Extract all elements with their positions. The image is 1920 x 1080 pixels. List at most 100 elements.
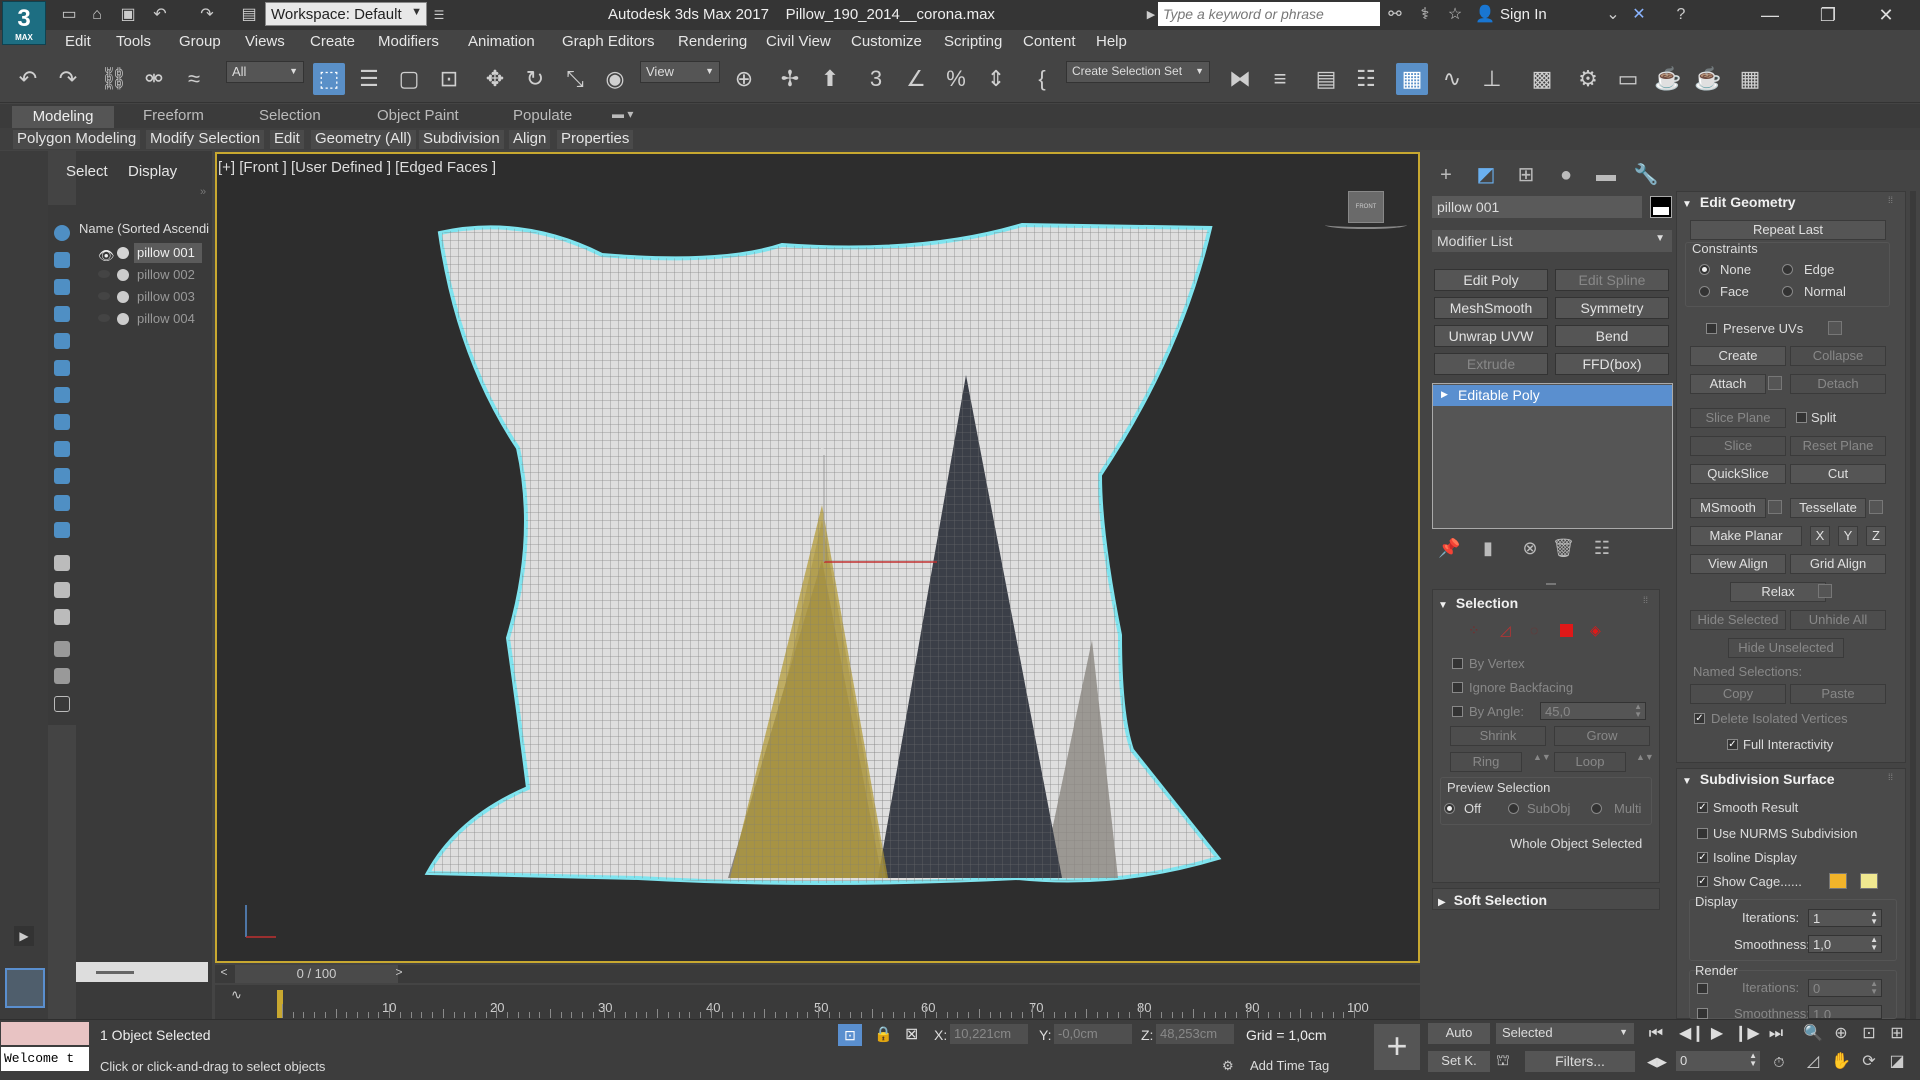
use-nurms-checkbox[interactable] [1697, 828, 1708, 839]
soft-selection-rollout-header[interactable]: ▶ Soft Selection [1438, 892, 1547, 908]
tab-object-paint[interactable]: Object Paint [377, 107, 459, 124]
invert-display-icon[interactable] [54, 609, 70, 625]
previous-frame-icon[interactable]: < [215, 965, 233, 983]
go-to-start-icon[interactable]: ⏮ [1645, 1023, 1667, 1045]
modifier-unwrap-uvw-button[interactable]: Unwrap UVW [1434, 325, 1548, 347]
remove-modifier-icon[interactable]: 🗑 [1552, 538, 1575, 560]
display-all-icon[interactable] [54, 555, 70, 571]
stack-item-editable-poly[interactable]: Editable Poly [1433, 385, 1672, 406]
relax-settings-icon[interactable] [1818, 584, 1832, 598]
menu-group[interactable]: Group [179, 33, 221, 50]
redo-icon[interactable]: ↷ [196, 4, 218, 26]
make-unique-icon[interactable]: ⊗ [1520, 538, 1540, 560]
ring-spinner-icon[interactable]: ▲▼ [1533, 752, 1551, 762]
hide-unselected-button[interactable]: Hide Unselected [1728, 638, 1844, 658]
menu-scripting[interactable]: Scripting [944, 33, 1002, 50]
repeat-last-button[interactable]: Repeat Last [1690, 220, 1886, 240]
render-setup-icon[interactable]: ⚙ [1572, 63, 1604, 95]
shrink-button[interactable]: Shrink [1450, 726, 1546, 746]
planar-y-button[interactable]: Y [1838, 526, 1858, 546]
y-coordinate-field[interactable]: -0,0cm [1054, 1024, 1132, 1044]
zoom-extents-all-icon[interactable]: ⊞ [1886, 1023, 1908, 1045]
modifier-edit-spline-button[interactable]: Edit Spline [1555, 269, 1669, 291]
select-object-icon[interactable]: ⬚ [313, 63, 345, 95]
display-none-icon[interactable] [54, 582, 70, 598]
rollout-grip-icon[interactable]: ⁞⁞ [1888, 772, 1893, 782]
curve-editor-icon[interactable]: ∿ [1436, 63, 1468, 95]
pin-stack-icon[interactable]: 📌 [1438, 538, 1460, 560]
show-cage-checkbox[interactable]: ✓ [1697, 876, 1708, 887]
selection-lock-icon[interactable]: 🔒 [874, 1025, 893, 1043]
msmooth-settings-icon[interactable] [1768, 500, 1782, 514]
grow-button[interactable]: Grow [1554, 726, 1650, 746]
modifier-symmetry-button[interactable]: Symmetry [1555, 297, 1669, 319]
close-icon[interactable]: ✕ [1864, 2, 1908, 28]
menu-help[interactable]: Help [1096, 33, 1127, 50]
panel-geometry-all[interactable]: Geometry (All) [311, 130, 416, 149]
rectangular-selection-icon[interactable]: ▢ [393, 63, 425, 95]
render-iterative-icon[interactable]: ☕ [1692, 63, 1724, 95]
groups-filter-icon[interactable] [54, 387, 70, 403]
modifier-edit-poly-button[interactable]: Edit Poly [1434, 269, 1548, 291]
tessellate-settings-icon[interactable] [1869, 500, 1883, 514]
undo-icon[interactable]: ↶ [149, 4, 171, 26]
time-tag-icon[interactable]: ⚙ [1222, 1058, 1234, 1074]
pan-view-icon[interactable]: ✋ [1830, 1051, 1852, 1073]
hidden-eye-icon[interactable] [98, 270, 110, 278]
viewport-front[interactable]: y [215, 152, 1420, 963]
render-iterations-spinner[interactable]: 0 ▲ ▼ [1808, 979, 1882, 997]
bones-filter-icon[interactable] [54, 441, 70, 457]
border-mode-icon[interactable]: ◌ [1530, 622, 1538, 638]
scroll-thumb[interactable] [96, 971, 134, 974]
tab-modeling[interactable]: Modeling [12, 106, 114, 128]
panel-edit[interactable]: Edit [270, 130, 304, 149]
menu-edit[interactable]: Edit [65, 33, 91, 50]
vertex-mode-icon[interactable]: ⁘ [1468, 622, 1480, 639]
key-mode-icon[interactable]: ◀▶ [1646, 1051, 1668, 1073]
cage-color-swatch-2[interactable] [1860, 873, 1878, 889]
current-frame-field[interactable]: 0 ▲ ▼ [1676, 1051, 1760, 1071]
planar-x-button[interactable]: X [1810, 526, 1830, 546]
selection-filter-dropdown[interactable]: All ▼ [226, 61, 304, 83]
isolate-selection-icon[interactable]: ⊡ [838, 1024, 862, 1046]
render-iterations-checkbox[interactable] [1697, 983, 1708, 994]
subdivision-surface-header[interactable]: ▼ Subdivision Surface [1682, 771, 1835, 787]
frozen-filter-icon[interactable] [54, 495, 70, 511]
viewport-label[interactable]: [+] [Front ] [User Defined ] [Edged Face… [218, 159, 496, 176]
smooth-result-checkbox[interactable]: ✓ [1697, 802, 1708, 813]
rollout-grip-icon[interactable]: ⁞⁞ [1888, 195, 1893, 205]
reset-plane-button[interactable]: Reset Plane [1790, 436, 1886, 456]
preview-off-radio[interactable] [1444, 803, 1455, 814]
reference-coordinate-dropdown[interactable]: View ▼ [640, 61, 720, 83]
constraint-normal-radio[interactable] [1782, 286, 1793, 297]
layout-thumbnail[interactable] [5, 968, 45, 1008]
mini-curve-editor-icon[interactable]: ∿ [231, 987, 242, 1003]
object-color-swatch[interactable] [1650, 196, 1672, 218]
scene-item-pillow-001[interactable]: pillow 001 [134, 243, 202, 263]
layer-explorer-icon[interactable]: ☷ [1350, 63, 1382, 95]
set-key-button[interactable]: Set K. [1428, 1051, 1490, 1072]
scene-item-pillow-003[interactable]: pillow 003 [134, 287, 202, 307]
next-key-icon[interactable]: ❙▶ [1734, 1023, 1760, 1045]
utilities-tab-icon[interactable]: 🔧 [1631, 160, 1661, 190]
slice-button[interactable]: Slice [1690, 436, 1786, 456]
material-editor-icon[interactable]: ▩ [1526, 63, 1558, 95]
copy-button[interactable]: Copy [1690, 684, 1786, 704]
delete-isolated-checkbox[interactable]: ✓ [1694, 713, 1705, 724]
name-column-header[interactable]: Name (Sorted Ascendi [79, 221, 211, 236]
space-warps-filter-icon[interactable] [54, 360, 70, 376]
new-file-icon[interactable]: ▭ [58, 4, 80, 26]
spinner-snap-icon[interactable]: ⇕ [980, 63, 1012, 95]
scene-item-pillow-002[interactable]: pillow 002 [134, 265, 202, 285]
collapse-explorer-icon[interactable]: » [200, 186, 206, 198]
render-smoothness-spinner[interactable]: 1,0 [1808, 1005, 1882, 1019]
menu-content[interactable]: Content [1023, 33, 1076, 50]
zoom-icon[interactable]: 🔍 [1802, 1023, 1824, 1045]
menu-civil-view[interactable]: Civil View [766, 33, 831, 50]
by-vertex-checkbox[interactable] [1452, 658, 1463, 669]
find-filter-icon[interactable] [54, 641, 70, 657]
maximize-viewport-icon[interactable]: ◪ [1886, 1051, 1908, 1073]
modifier-ffd-box-button[interactable]: FFD(box) [1555, 353, 1669, 375]
time-configuration-icon[interactable]: ⏱ [1768, 1051, 1790, 1073]
help-icon[interactable]: ? [1670, 4, 1692, 26]
